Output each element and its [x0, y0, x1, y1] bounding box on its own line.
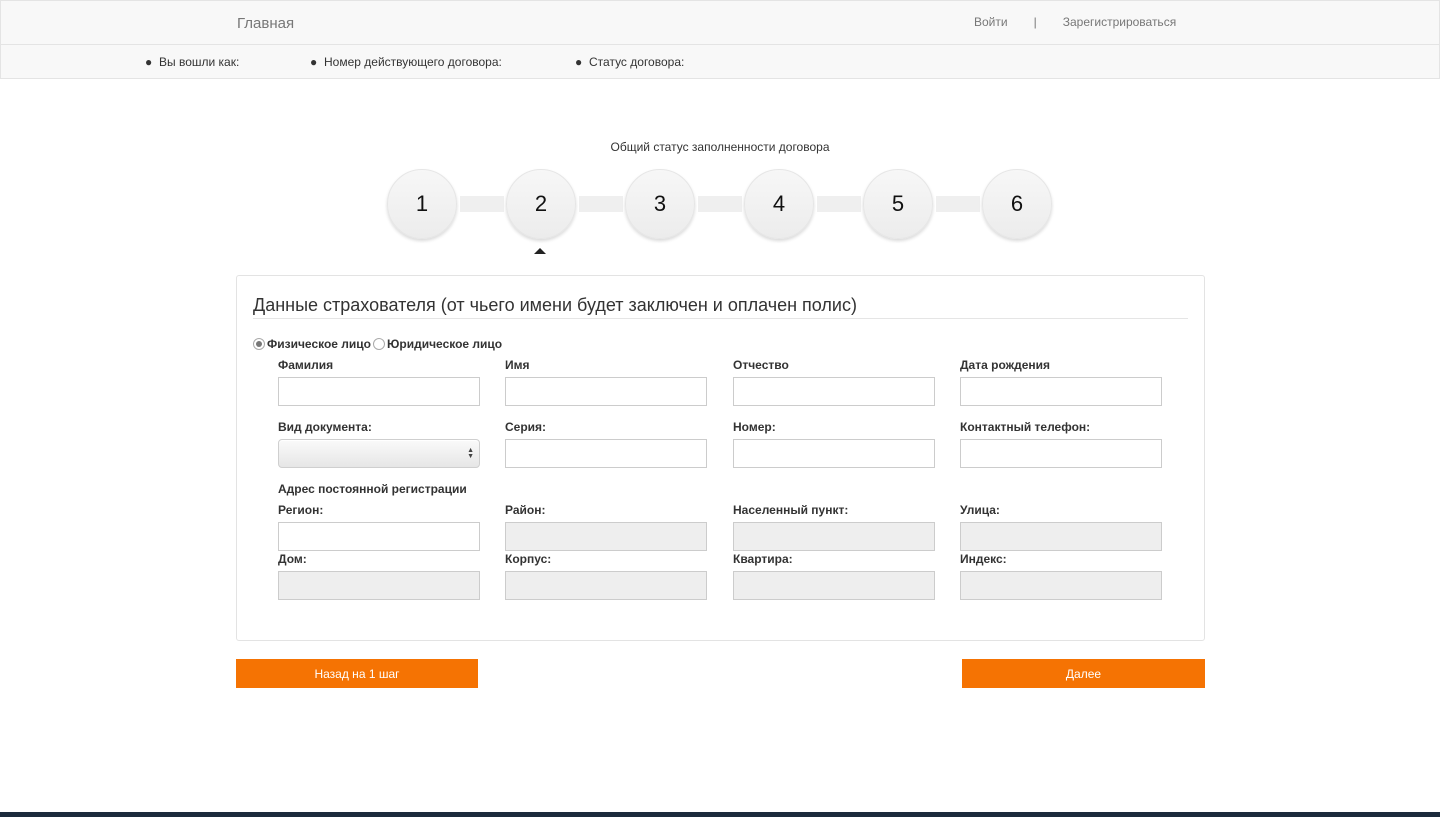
contract-number-item: ● Номер действующего договора: — [310, 55, 502, 69]
step-3[interactable]: 3 — [625, 169, 695, 239]
step-connector — [579, 196, 623, 212]
first-name-input[interactable] — [505, 377, 707, 406]
bullet-icon: ● — [145, 55, 153, 69]
login-link[interactable]: Войти — [974, 15, 1008, 29]
step-connector — [817, 196, 861, 212]
navbar-top-row: Главная Войти | Зарегистрироваться — [1, 1, 1440, 45]
contract-number-label: Номер действующего договора: — [324, 55, 502, 69]
series-label: Серия: — [505, 420, 547, 434]
bullet-icon: ● — [310, 55, 318, 69]
phone-input[interactable] — [960, 439, 1162, 468]
logged-as-label: Вы вошли как: — [159, 55, 240, 69]
individual-radio-label[interactable]: Физическое лицо — [267, 337, 371, 351]
bullet-icon: ● — [575, 55, 583, 69]
birth-date-input[interactable] — [960, 377, 1162, 406]
select-arrows-icon: ▲ ▼ — [467, 447, 474, 460]
doc-type-label: Вид документа: — [278, 420, 372, 434]
legal-entity-radio-label[interactable]: Юридическое лицо — [387, 337, 502, 351]
postal-index-label: Индекс: — [960, 552, 1007, 566]
step-1[interactable]: 1 — [387, 169, 457, 239]
user-info-row: ● Вы вошли как: ● Номер действующего дог… — [1, 55, 1440, 69]
region-label: Регион: — [278, 503, 324, 517]
birth-date-label: Дата рождения — [960, 358, 1051, 372]
region-input[interactable] — [278, 522, 480, 551]
address-section-title: Адрес постоянной регистрации — [278, 482, 467, 496]
doc-number-label: Номер: — [733, 420, 776, 434]
next-button[interactable]: Далее — [962, 659, 1205, 688]
street-label: Улица: — [960, 503, 1000, 517]
locality-label: Населенный пункт: — [733, 503, 849, 517]
step-5[interactable]: 5 — [863, 169, 933, 239]
logged-as-item: ● Вы вошли как: — [145, 55, 240, 69]
doc-number-input[interactable] — [733, 439, 935, 468]
series-input[interactable] — [505, 439, 707, 468]
house-label: Дом: — [278, 552, 307, 566]
person-type-group: Физическое лицо Юридическое лицо — [253, 337, 504, 351]
last-name-label: Фамилия — [278, 358, 334, 372]
legal-entity-radio[interactable] — [373, 338, 386, 350]
locality-input — [733, 522, 935, 551]
phone-label: Контактный телефон: — [960, 420, 1091, 434]
district-label: Район: — [505, 503, 546, 517]
step-connector — [936, 196, 980, 212]
step-4[interactable]: 4 — [744, 169, 814, 239]
register-link[interactable]: Зарегистрироваться — [1063, 15, 1176, 29]
apartment-input — [733, 571, 935, 600]
progress-title: Общий статус заполненности договора — [610, 140, 830, 154]
home-link[interactable]: Главная — [237, 15, 294, 32]
window-bottom-edge — [0, 812, 1440, 817]
individual-radio[interactable] — [253, 338, 265, 350]
step-6[interactable]: 6 — [982, 169, 1052, 239]
contract-status-item: ● Статус договора: — [575, 55, 685, 69]
step-2[interactable]: 2 — [506, 169, 576, 239]
street-input — [960, 522, 1162, 551]
last-name-input[interactable] — [278, 377, 480, 406]
back-button[interactable]: Назад на 1 шаг — [236, 659, 478, 688]
nav-separator: | — [1033, 15, 1037, 29]
top-navbar: Главная Войти | Зарегистрироваться ● Вы … — [0, 0, 1440, 79]
title-divider — [253, 318, 1188, 319]
doc-type-select[interactable]: ▲ ▼ — [278, 439, 480, 468]
middle-name-input[interactable] — [733, 377, 935, 406]
middle-name-label: Отчество — [733, 358, 789, 372]
apartment-label: Квартира: — [733, 552, 793, 566]
contract-status-label: Статус договора: — [589, 55, 685, 69]
postal-index-input — [960, 571, 1162, 600]
step-connector — [460, 196, 504, 212]
insurer-form-panel: Данные страхователя (от чьего имени буде… — [236, 275, 1205, 641]
district-input — [505, 522, 707, 551]
form-title: Данные страхователя (от чьего имени буде… — [253, 295, 857, 315]
house-input — [278, 571, 480, 600]
building-input — [505, 571, 707, 600]
building-label: Корпус: — [505, 552, 552, 566]
step-connector — [698, 196, 742, 212]
auth-links: Войти | Зарегистрироваться — [974, 15, 1176, 29]
current-step-caret-icon — [534, 248, 546, 254]
first-name-label: Имя — [505, 358, 530, 372]
